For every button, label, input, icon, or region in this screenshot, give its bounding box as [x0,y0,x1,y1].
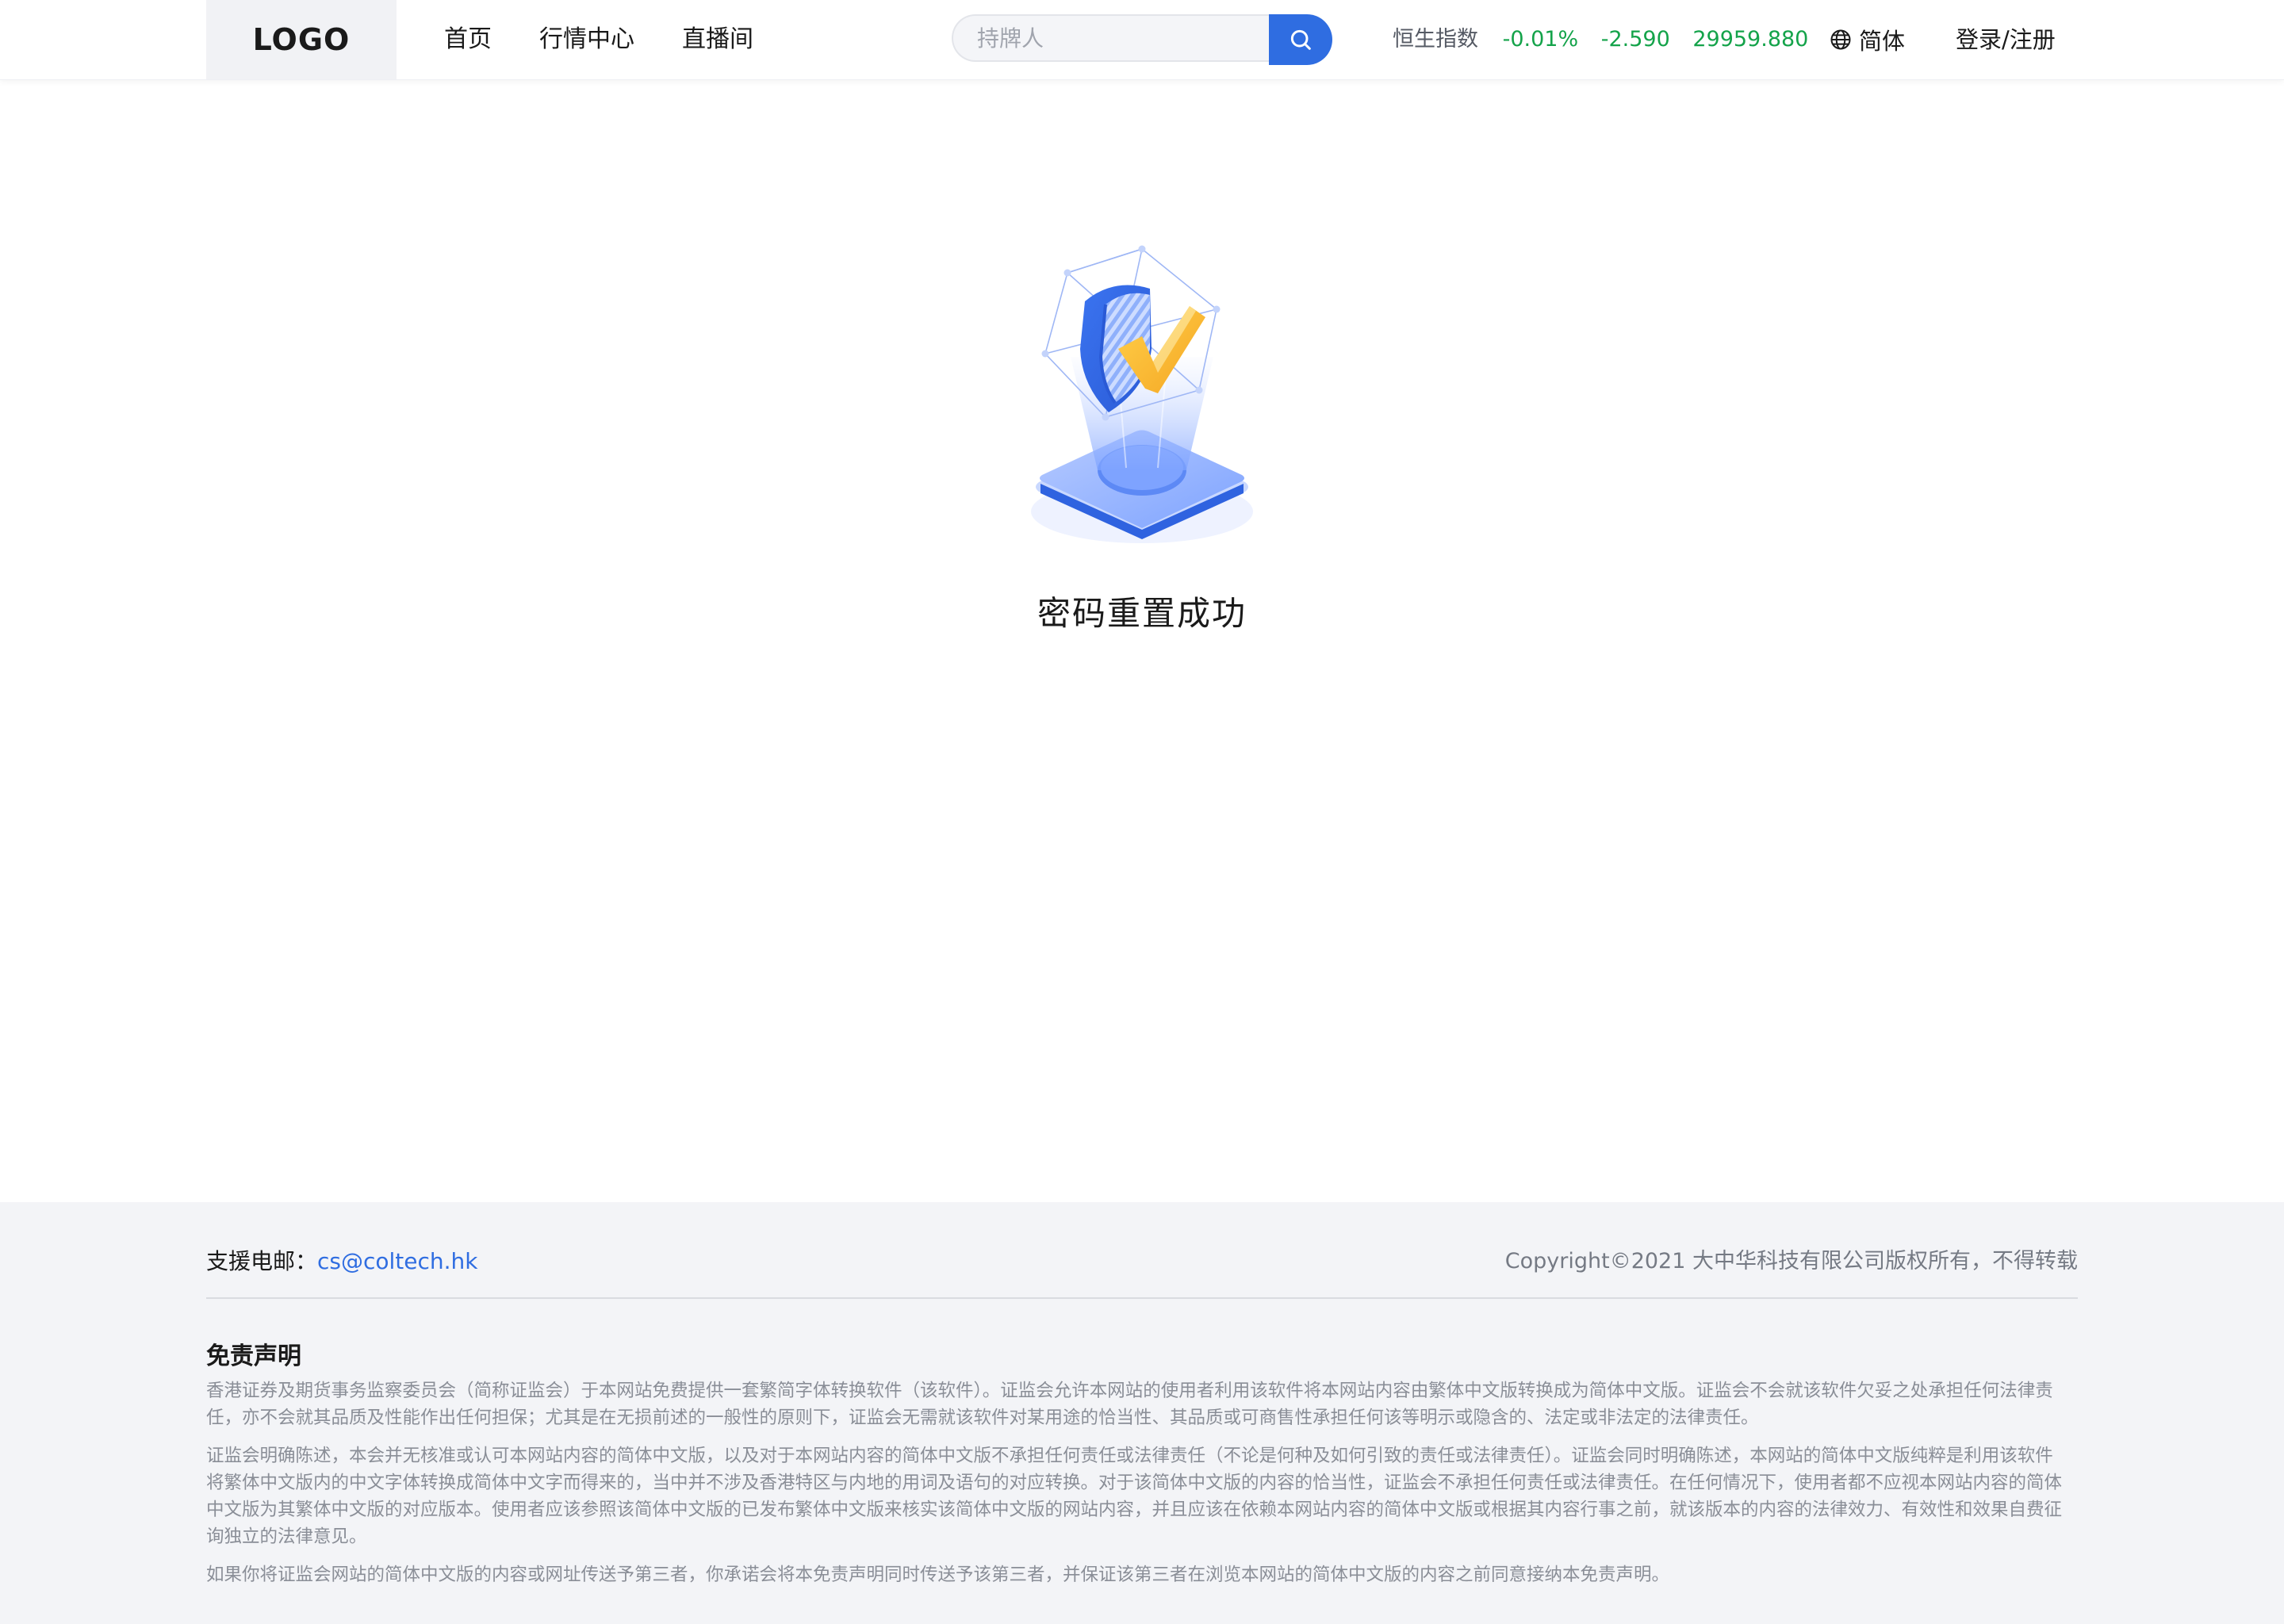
logo[interactable]: LOGO [206,0,397,79]
nav-item-live-room[interactable]: 直播间 [682,24,753,56]
support-label: 支援电邮： [206,1248,318,1274]
search-button[interactable] [1269,14,1332,65]
nav-item-market-center[interactable]: 行情中心 [539,24,634,56]
index-value: 29959.880 [1692,27,1809,52]
copyright-text: Copyright©2021 大中华科技有限公司版权所有，不得转载 [1504,1249,2078,1274]
language-switcher[interactable]: 简体 [1829,24,1905,56]
support-contact: 支援电邮：cs@coltech.hk [206,1234,478,1289]
search-input[interactable] [952,14,1270,62]
footer: 支援电邮：cs@coltech.hk Copyright©2021 大中华科技有… [0,1202,2284,1624]
index-change-percent: -0.01% [1502,27,1579,52]
nav-item-home[interactable]: 首页 [444,24,492,56]
disclaimer-paragraph: 证监会明确陈述，本会并无核准或认可本网站内容的简体中文版，以及对于本网站内容的简… [206,1446,2063,1547]
shield-check-illustration [1015,238,1269,563]
disclaimer-paragraph: 如果你将证监会网站的简体中文版的内容或网址传送予第三者，你承诺会将本免责声明同时… [206,1565,1670,1585]
footer-divider [206,1297,2078,1299]
login-register-link[interactable]: 登录/注册 [1956,24,2056,56]
disclaimer-body: 香港证券及期货事务监察委员会（简称证监会）于本网站免费提供一套繁简字体转换软件（… [206,1377,2062,1599]
globe-icon [1830,29,1851,50]
support-email-link[interactable]: cs@coltech.hk [317,1248,478,1274]
password-reset-success-title: 密码重置成功 [1037,594,1247,633]
search-bar [952,14,1332,65]
search-icon [1290,29,1311,50]
index-change: -2.590 [1600,27,1670,52]
disclaimer-paragraph: 香港证券及期货事务监察委员会（简称证监会）于本网站免费提供一套繁简字体转换软件（… [206,1381,2053,1428]
index-name: 恒生指数 [1393,27,1478,52]
top-header: LOGO 首页 行情中心 直播间 恒生指数 -0.01% -2.590 2995… [0,0,2284,80]
disclaimer-title: 免责声明 [206,1342,301,1370]
language-label: 简体 [1859,28,1906,55]
hang-seng-index-ticker[interactable]: 恒生指数 -0.01% -2.590 29959.880 [1393,24,1824,56]
